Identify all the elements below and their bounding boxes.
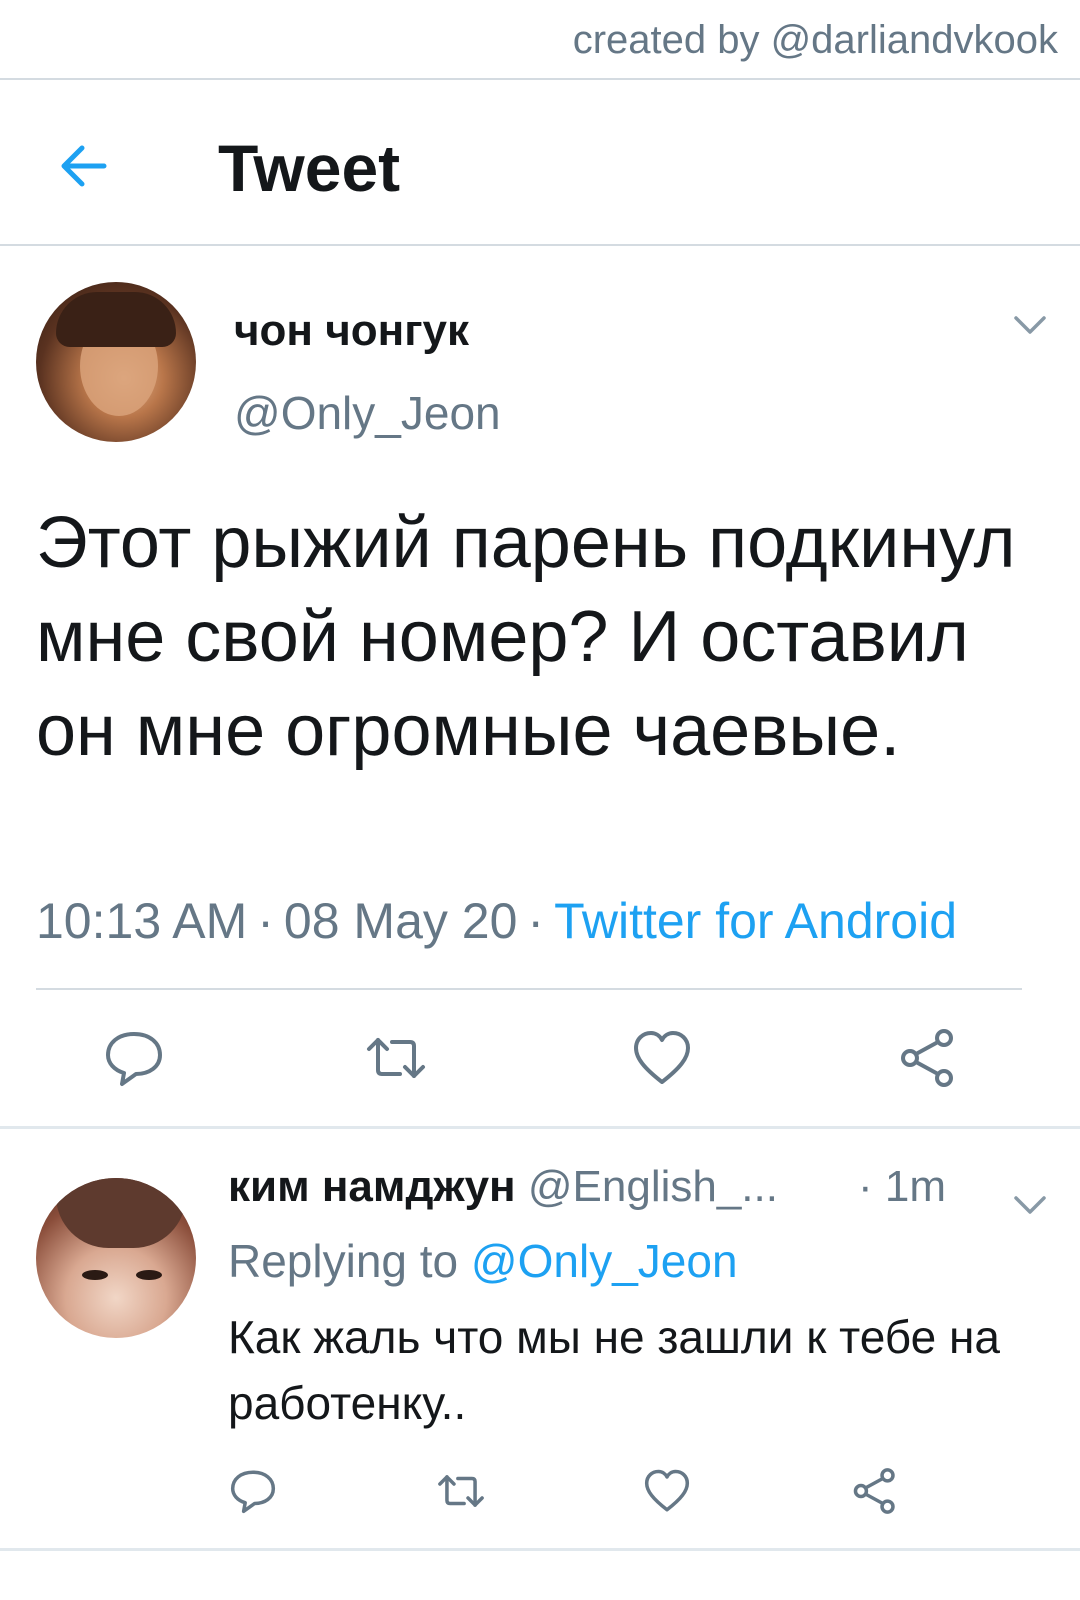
arrow-left-icon bbox=[61, 145, 107, 187]
reply-author-name[interactable]: ким намджун bbox=[228, 1162, 516, 1211]
reply-button[interactable] bbox=[102, 1026, 166, 1090]
tweet-date: 08 May 20 bbox=[283, 893, 518, 949]
reply-time: · 1m bbox=[858, 1162, 946, 1211]
top-divider bbox=[0, 78, 1080, 80]
reply-actions bbox=[0, 1464, 1080, 1534]
like-icon bbox=[634, 1031, 690, 1084]
tweet-divider bbox=[0, 1126, 1080, 1129]
meta-separator: · bbox=[257, 893, 274, 949]
replying-to-line: Replying to @Only_Jeon bbox=[228, 1234, 738, 1288]
meta-divider bbox=[36, 988, 1022, 990]
page-title: Tweet bbox=[218, 131, 401, 205]
author-handle[interactable]: @Only_Jeon bbox=[234, 386, 501, 440]
tweet-time: 10:13 AM bbox=[36, 893, 248, 949]
reply-share-button[interactable] bbox=[850, 1466, 900, 1516]
bottom-divider bbox=[0, 1548, 1080, 1551]
replying-to-prefix: Replying to bbox=[228, 1235, 459, 1287]
share-icon bbox=[853, 1468, 895, 1514]
back-button[interactable] bbox=[54, 136, 114, 196]
reply-like-button[interactable] bbox=[642, 1466, 692, 1516]
reply-retweet-button[interactable] bbox=[436, 1466, 486, 1516]
tweet-menu-button[interactable] bbox=[1010, 310, 1050, 340]
author-name[interactable]: чон чонгук bbox=[234, 306, 469, 356]
tweet-actions bbox=[0, 1020, 1080, 1110]
reply-reply-button[interactable] bbox=[228, 1466, 278, 1516]
author-avatar[interactable] bbox=[36, 282, 196, 442]
reply-text: Как жаль что мы не зашли к тебе на работ… bbox=[228, 1311, 1000, 1429]
retweet-icon bbox=[438, 1475, 484, 1507]
like-button[interactable] bbox=[630, 1026, 694, 1090]
header-divider bbox=[0, 244, 1080, 246]
tweet-header: Tweet bbox=[0, 82, 1080, 250]
tweet-meta: 10:13 AM · 08 May 20 · Twitter for Android bbox=[36, 892, 957, 950]
reply-author-handle[interactable]: @English_... bbox=[528, 1162, 778, 1211]
share-button[interactable] bbox=[896, 1026, 960, 1090]
retweet-button[interactable] bbox=[364, 1026, 428, 1090]
like-icon bbox=[644, 1469, 690, 1512]
reply-icon bbox=[230, 1470, 276, 1514]
tweet-text: Этот рыжий парень подкинул мне свой номе… bbox=[36, 503, 1016, 771]
reply-author-avatar[interactable] bbox=[36, 1178, 196, 1338]
watermark-credit: created by @darliandvkook bbox=[572, 18, 1058, 62]
replying-to-link[interactable]: @Only_Jeon bbox=[471, 1235, 738, 1287]
reply-menu-button[interactable] bbox=[1010, 1190, 1050, 1220]
chevron-down-icon bbox=[1014, 316, 1046, 334]
share-icon bbox=[901, 1029, 953, 1087]
retweet-icon bbox=[367, 1038, 425, 1078]
reply-icon bbox=[106, 1032, 162, 1086]
meta-separator: · bbox=[527, 893, 545, 949]
tweet-source-link[interactable]: Twitter for Android bbox=[554, 893, 957, 949]
chevron-down-icon bbox=[1014, 1196, 1046, 1214]
